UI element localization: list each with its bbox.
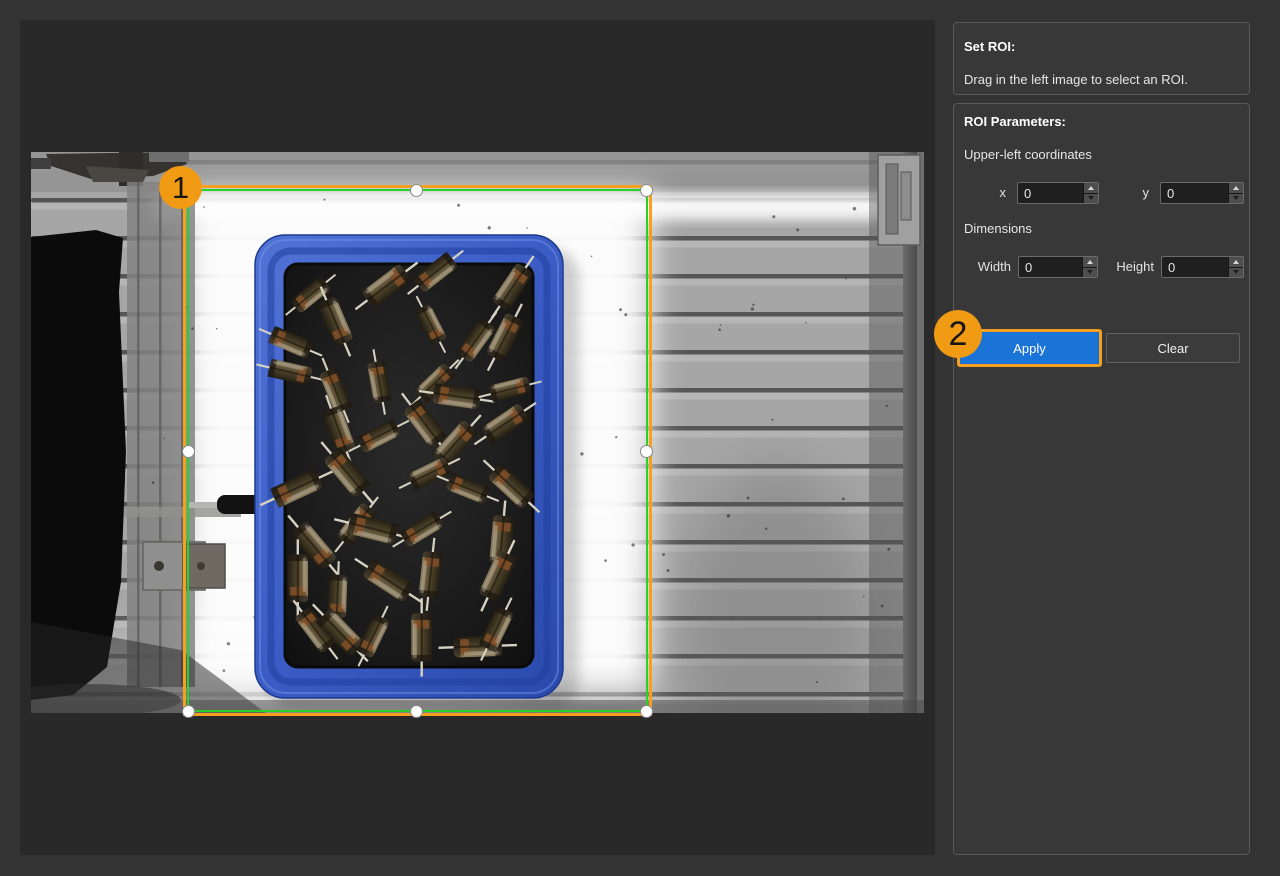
x-spinbox	[1017, 182, 1099, 204]
height-spin-down-icon[interactable]	[1229, 267, 1243, 278]
roi-parameters-title: ROI Parameters:	[964, 114, 1066, 129]
width-spinbox	[1018, 256, 1098, 278]
width-spin-down-icon[interactable]	[1083, 267, 1097, 278]
upper-left-coordinates-label: Upper-left coordinates	[964, 147, 1092, 162]
roi-tool-window: 1 Set ROI: Drag in the left image to sel…	[0, 0, 1280, 876]
roi-handle-middle-right[interactable]	[640, 445, 653, 458]
set-roi-instruction: Drag in the left image to select an ROI.	[964, 72, 1188, 87]
height-spinbox	[1161, 256, 1244, 278]
step-2-label: 2	[949, 315, 968, 354]
y-spinbox	[1160, 182, 1244, 204]
dimensions-label: Dimensions	[964, 221, 1032, 236]
set-roi-panel: Set ROI: Drag in the left image to selec…	[953, 22, 1250, 95]
width-input[interactable]	[1019, 257, 1082, 277]
step-2-badge: 2	[934, 310, 982, 358]
width-label: Width	[962, 259, 1011, 274]
height-spin-up-icon[interactable]	[1229, 257, 1243, 267]
roi-handle-bottom-right[interactable]	[640, 705, 653, 718]
step-1-label: 1	[172, 170, 189, 206]
x-label: x	[976, 185, 1006, 200]
x-input[interactable]	[1018, 183, 1083, 203]
set-roi-title: Set ROI:	[964, 39, 1015, 54]
roi-handle-bottom-left[interactable]	[182, 705, 195, 718]
roi-handle-top-center[interactable]	[410, 184, 423, 197]
step-1-badge: 1	[159, 166, 202, 209]
x-spin-up-icon[interactable]	[1084, 183, 1098, 193]
y-spin-up-icon[interactable]	[1229, 183, 1243, 193]
roi-handle-top-right[interactable]	[640, 184, 653, 197]
rail-latch-block	[878, 155, 920, 245]
y-label: y	[1119, 185, 1149, 200]
height-label: Height	[1109, 259, 1154, 274]
roi-parameters-panel: ROI Parameters: Upper-left coordinates x…	[953, 103, 1250, 855]
width-spin-up-icon[interactable]	[1083, 257, 1097, 267]
clear-button[interactable]: Clear	[1106, 333, 1240, 363]
roi-handle-middle-left[interactable]	[182, 445, 195, 458]
y-spin-down-icon[interactable]	[1229, 193, 1243, 204]
roi-handle-bottom-center[interactable]	[410, 705, 423, 718]
x-spin-down-icon[interactable]	[1084, 193, 1098, 204]
y-input[interactable]	[1161, 183, 1228, 203]
roi-selection-inner[interactable]	[187, 189, 648, 712]
height-input[interactable]	[1162, 257, 1228, 277]
